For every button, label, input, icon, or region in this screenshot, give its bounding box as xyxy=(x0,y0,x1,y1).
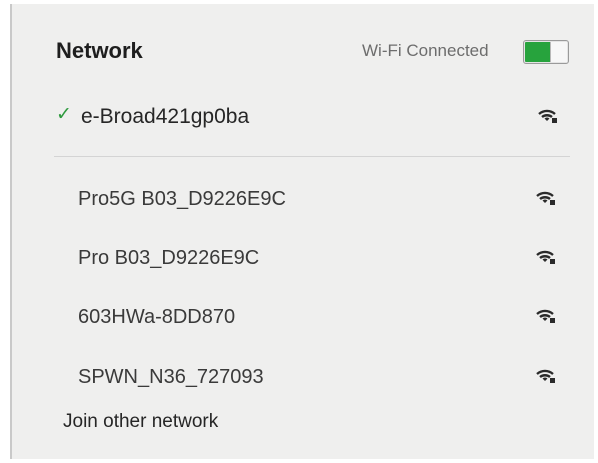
checkmark-icon: ✓ xyxy=(56,104,72,125)
divider xyxy=(54,156,570,157)
connected-network-row[interactable]: ✓ e-Broad421gp0ba xyxy=(48,98,568,140)
wifi-toggle[interactable] xyxy=(523,40,569,64)
join-other-network-link[interactable]: Join other network xyxy=(63,411,218,433)
wifi-lock-icon xyxy=(536,369,555,383)
toggle-on-fill xyxy=(525,42,551,62)
network-name: 603HWa-8DD870 xyxy=(78,306,236,328)
wifi-lock-icon xyxy=(536,250,555,264)
network-row[interactable]: SPWN_N36_727093 xyxy=(66,358,570,398)
connected-network-name: e-Broad421gp0ba xyxy=(81,105,250,128)
network-row[interactable]: 603HWa-8DD870 xyxy=(66,298,570,338)
network-name: SPWN_N36_727093 xyxy=(78,366,264,388)
toggle-knob xyxy=(550,42,567,62)
wifi-lock-icon xyxy=(536,309,555,323)
page-title: Network xyxy=(56,38,143,63)
wifi-lock-icon xyxy=(536,191,555,205)
network-row[interactable]: Pro5G B03_D9226E9C xyxy=(66,180,570,220)
wifi-status-label: Wi-Fi Connected xyxy=(362,41,489,60)
network-row[interactable]: Pro B03_D9226E9C xyxy=(66,239,570,279)
network-name: Pro5G B03_D9226E9C xyxy=(78,188,286,210)
network-name: Pro B03_D9226E9C xyxy=(78,247,260,269)
wifi-lock-icon xyxy=(538,109,557,123)
